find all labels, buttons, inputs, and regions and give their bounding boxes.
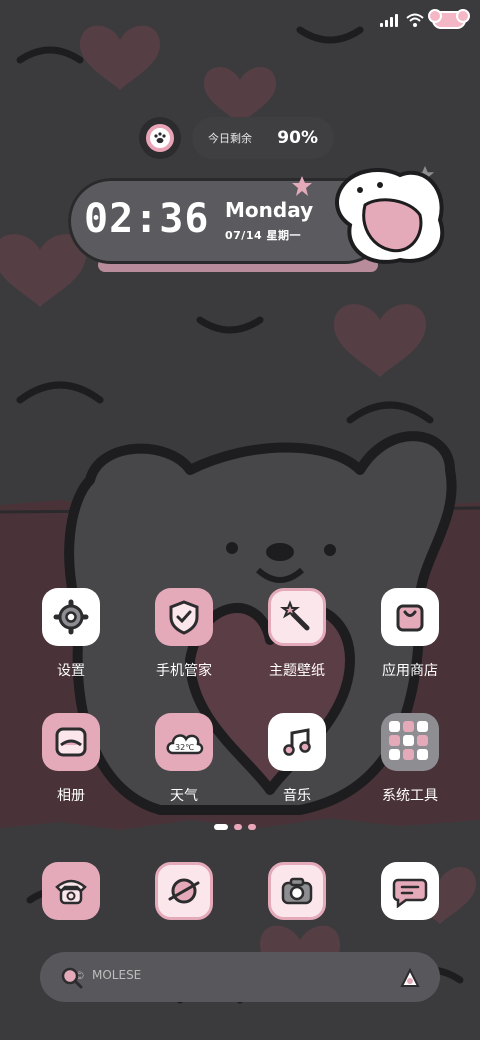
app-theme-wallpaper[interactable]: 主题壁纸: [257, 588, 337, 680]
folder-icon: [381, 713, 439, 771]
wifi-icon: [406, 13, 424, 27]
planet-browser-icon: [155, 862, 213, 920]
chat-bubble-icon: [381, 862, 439, 920]
remaining-label: 今日剩余: [208, 132, 252, 145]
app-label: 音乐: [283, 788, 311, 804]
folder-system-tools[interactable]: 系统工具: [370, 713, 450, 805]
weather-temp: 32℃: [175, 743, 194, 752]
telephone-icon: [42, 862, 100, 920]
shield-check-icon: [155, 588, 213, 646]
app-label: 天气: [170, 788, 198, 804]
paw-badge: [139, 117, 181, 159]
magic-wand-icon: [268, 588, 326, 646]
dock-messages[interactable]: [370, 862, 450, 920]
shopping-bag-icon: [381, 588, 439, 646]
app-label: 主题壁纸: [269, 663, 325, 679]
camera-icon: [268, 862, 326, 920]
app-settings[interactable]: 设置: [31, 588, 111, 680]
remaining-percent: 90%: [277, 128, 318, 148]
photo-icon: [42, 713, 100, 771]
search-placeholder: MOLESE: [92, 968, 142, 982]
status-bar: [380, 8, 470, 32]
app-weather[interactable]: 32℃ 天气: [144, 713, 224, 805]
clock-time: 02:36: [84, 196, 210, 242]
bear-sticker-icon: [335, 168, 445, 264]
signal-icon: [380, 13, 398, 27]
cloud-icon: 32℃: [155, 713, 213, 771]
page-dot-active: [214, 824, 228, 830]
dock-camera[interactable]: [257, 862, 337, 920]
dock-phone[interactable]: [31, 862, 111, 920]
gear-icon: [42, 588, 100, 646]
app-music[interactable]: 音乐: [257, 713, 337, 805]
search-bar[interactable]: © MOLESE: [40, 952, 440, 1002]
music-note-icon: [268, 713, 326, 771]
clock-date: 07/14 星期一: [225, 229, 301, 242]
clock-day: Monday: [225, 198, 314, 222]
app-label: 系统工具: [382, 788, 438, 804]
page-indicator[interactable]: [214, 824, 256, 830]
app-label: 设置: [57, 663, 85, 679]
page-dot: [248, 824, 256, 830]
app-phone-manager[interactable]: 手机管家: [144, 588, 224, 680]
battery-bone-icon: [428, 9, 470, 29]
app-label: 应用商店: [382, 663, 438, 679]
assistant-icon[interactable]: [398, 966, 422, 990]
app-store[interactable]: 应用商店: [370, 588, 450, 680]
app-label: 手机管家: [156, 663, 212, 679]
app-label: 相册: [57, 788, 85, 804]
dock-browser[interactable]: [144, 862, 224, 920]
search-icon[interactable]: [60, 966, 84, 990]
daily-remaining-pill[interactable]: 今日剩余 90%: [192, 117, 334, 159]
star-icon: [292, 176, 312, 196]
page-dot: [234, 824, 242, 830]
paw-icon: [146, 124, 174, 152]
app-gallery[interactable]: 相册: [31, 713, 111, 805]
